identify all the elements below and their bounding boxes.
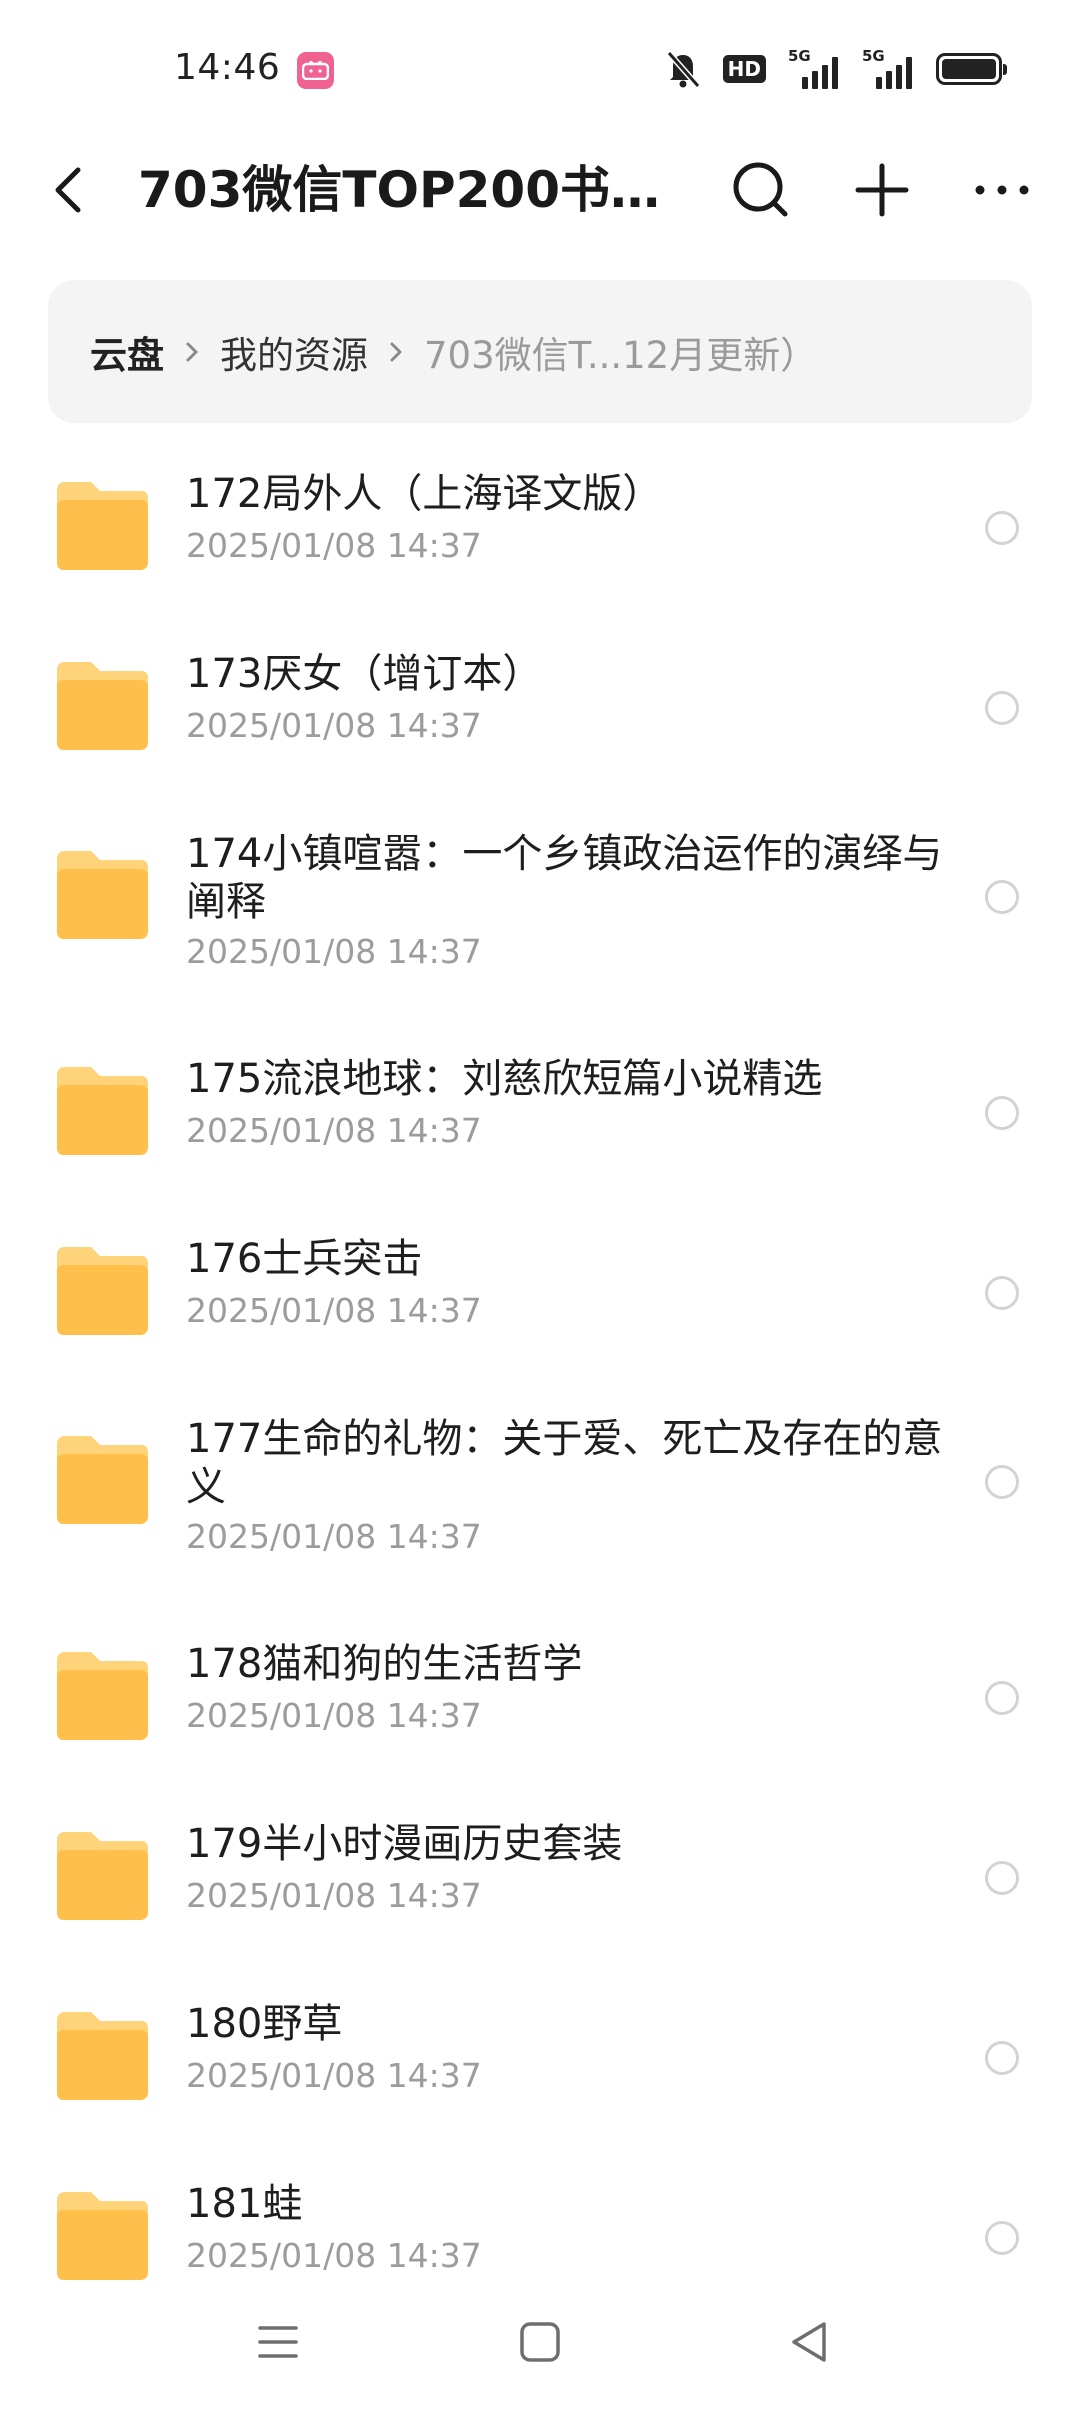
hd-voice-icon: HD <box>722 55 766 83</box>
folder-row[interactable]: 176士兵突击 2025/01/08 14:37 <box>0 1195 1080 1375</box>
more-icon <box>975 185 1029 195</box>
status-icons: HD 5G 5G <box>643 47 1007 90</box>
folder-date: 2025/01/08 14:37 <box>186 2056 482 2095</box>
folder-icon <box>57 2012 148 2100</box>
signal-5g-icon: 5G <box>862 47 914 89</box>
folder-name: 179半小时漫画历史套装 <box>186 1821 623 1867</box>
folder-row[interactable]: 180野草 2025/01/08 14:37 <box>0 1960 1080 2140</box>
folder-date: 2025/01/08 14:37 <box>186 1876 482 1915</box>
folder-date: 2025/01/08 14:37 <box>186 1696 482 1735</box>
breadcrumb-item-current: 703微信T...12月更新） <box>424 333 818 377</box>
folder-icon <box>57 851 148 939</box>
breadcrumb: 云盘 我的资源 703微信T...12月更新） <box>48 280 1032 423</box>
battery-icon <box>936 53 1007 85</box>
select-checkbox[interactable] <box>985 1096 1019 1130</box>
folder-row[interactable]: 175流浪地球：刘慈欣短篇小说精选 2025/01/08 14:37 <box>0 1015 1080 1195</box>
mute-icon <box>666 51 700 88</box>
add-icon <box>855 163 909 217</box>
search-icon <box>733 162 788 217</box>
folder-date: 2025/01/08 14:37 <box>186 526 482 565</box>
folder-date: 2025/01/08 14:37 <box>186 2236 482 2275</box>
select-checkbox[interactable] <box>985 691 1019 725</box>
folder-row[interactable]: 177生命的礼物：关于爱、死亡及存在的意义 2025/01/08 14:37 <box>0 1375 1080 1600</box>
folder-icon <box>57 1067 148 1155</box>
folder-row[interactable]: 179半小时漫画历史套装 2025/01/08 14:37 <box>0 1780 1080 1960</box>
folder-name: 180野草 <box>186 2001 343 2047</box>
add-button[interactable] <box>846 154 918 226</box>
folder-date: 2025/01/08 14:37 <box>186 932 482 971</box>
select-checkbox[interactable] <box>985 1276 1019 1310</box>
folder-icon <box>57 662 148 750</box>
folder-row[interactable]: 172局外人（上海译文版） 2025/01/08 14:37 <box>0 430 1080 610</box>
file-list: 172局外人（上海译文版） 2025/01/08 14:37 173厌女（增订本… <box>0 430 1080 2280</box>
search-button[interactable] <box>725 154 797 226</box>
folder-row[interactable]: 178猫和狗的生活哲学 2025/01/08 14:37 <box>0 1600 1080 1780</box>
folder-icon <box>57 1436 148 1524</box>
select-checkbox[interactable] <box>985 880 1019 914</box>
folder-icon <box>57 1247 148 1335</box>
chevron-right-icon <box>186 342 198 361</box>
folder-date: 2025/01/08 14:37 <box>186 1111 482 1150</box>
select-checkbox[interactable] <box>985 511 1019 545</box>
select-checkbox[interactable] <box>985 1681 1019 1715</box>
folder-name: 177生命的礼物：关于爱、死亡及存在的意义 <box>186 1416 943 1510</box>
breadcrumb-item-root[interactable]: 云盘 <box>90 325 164 379</box>
back-button[interactable] <box>40 160 100 220</box>
system-nav-bar <box>0 2284 1080 2412</box>
bilibili-icon <box>297 52 334 89</box>
folder-date: 2025/01/08 14:37 <box>186 1291 482 1330</box>
folder-date: 2025/01/08 14:37 <box>186 1517 482 1556</box>
folder-name: 181蛙 <box>186 2181 303 2227</box>
menu-button[interactable] <box>248 2312 308 2372</box>
select-checkbox[interactable] <box>985 1465 1019 1499</box>
signal-5g-icon: 5G <box>788 47 840 89</box>
back-nav-button[interactable] <box>780 2312 840 2372</box>
back-arrow-icon <box>55 167 81 213</box>
folder-row[interactable]: 181蛙 2025/01/08 14:37 <box>0 2140 1080 2280</box>
folder-name: 175流浪地球：刘慈欣短篇小说精选 <box>186 1056 823 1102</box>
folder-icon <box>57 2192 148 2280</box>
back-triangle-icon <box>792 2322 826 2362</box>
folder-icon <box>57 1832 148 1920</box>
folder-name: 172局外人（上海译文版） <box>186 471 663 517</box>
folder-row[interactable]: 174小镇喧嚣：一个乡镇政治运作的演绎与阐释 2025/01/08 14:37 <box>0 790 1080 1015</box>
folder-icon <box>57 1652 148 1740</box>
folder-name: 173厌女（增订本） <box>186 651 543 697</box>
select-checkbox[interactable] <box>985 1861 1019 1895</box>
page-title: 703微信TOP200书… <box>138 161 658 219</box>
folder-name: 178猫和狗的生活哲学 <box>186 1641 583 1687</box>
folder-date: 2025/01/08 14:37 <box>186 706 482 745</box>
select-checkbox[interactable] <box>985 2221 1019 2255</box>
top-app-bar: 703微信TOP200书… <box>0 140 1080 240</box>
more-button[interactable] <box>966 154 1038 226</box>
select-checkbox[interactable] <box>985 2041 1019 2075</box>
status-time: 14:46 <box>174 47 281 88</box>
folder-icon <box>57 482 148 570</box>
folder-name: 176士兵突击 <box>186 1236 423 1282</box>
folder-name: 174小镇喧嚣：一个乡镇政治运作的演绎与阐释 <box>186 831 943 925</box>
chevron-right-icon <box>390 342 402 361</box>
menu-icon <box>258 2326 298 2358</box>
home-square-icon <box>520 2322 560 2362</box>
home-button[interactable] <box>510 2312 570 2372</box>
folder-row[interactable]: 173厌女（增订本） 2025/01/08 14:37 <box>0 610 1080 790</box>
status-bar: 14:46 HD 5G 5G <box>0 0 1080 140</box>
breadcrumb-item-resources[interactable]: 我的资源 <box>220 325 368 379</box>
